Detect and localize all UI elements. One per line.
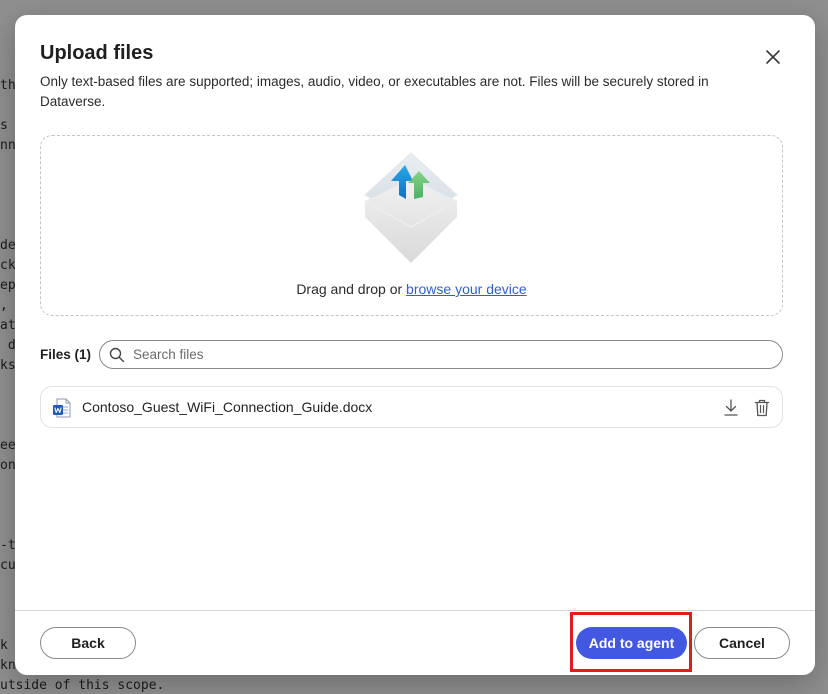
- background-text-line: th: [0, 78, 16, 93]
- background-text-line: at: [0, 318, 16, 333]
- background-text-line: ck: [0, 258, 16, 273]
- upload-files-dialog: Upload files Only text-based files are s…: [15, 15, 815, 675]
- browse-device-link[interactable]: browse your device: [406, 281, 527, 297]
- download-icon: [724, 399, 738, 416]
- file-dropzone[interactable]: Drag and drop or browse your device: [40, 135, 783, 316]
- dialog-description: Only text-based files are supported; ima…: [40, 74, 709, 109]
- word-doc-icon: [53, 398, 71, 418]
- background-text-line: ee: [0, 438, 16, 453]
- background-text-line: cu: [0, 558, 16, 573]
- search-files-input[interactable]: [133, 347, 733, 362]
- background-text-line: nn: [0, 138, 16, 153]
- close-icon: [766, 50, 780, 64]
- delete-button[interactable]: [751, 397, 773, 419]
- upload-illustration-icon: [364, 152, 458, 263]
- background-text-line: ks: [0, 358, 16, 373]
- background-text-line: -t: [0, 538, 16, 553]
- cancel-button[interactable]: Cancel: [694, 627, 790, 659]
- back-button[interactable]: Back: [40, 627, 136, 659]
- background-text-line: utside of this scope.: [0, 678, 165, 693]
- dialog-title: Upload files: [40, 42, 154, 64]
- background-text-line: de: [0, 238, 16, 253]
- file-name: Contoso_Guest_WiFi_Connection_Guide.docx: [82, 399, 373, 415]
- add-to-agent-button[interactable]: Add to agent: [576, 627, 687, 659]
- close-button[interactable]: [761, 45, 785, 69]
- trash-icon: [754, 399, 770, 417]
- background-text-line: ,: [0, 298, 8, 313]
- background-text-line: on: [0, 458, 16, 473]
- dropzone-prompt: Drag and drop or browse your device: [41, 281, 782, 297]
- background-text-line: kn: [0, 658, 16, 673]
- footer-divider: [15, 610, 815, 611]
- dropzone-prompt-text: Drag and drop or: [296, 281, 407, 297]
- search-icon: [109, 347, 125, 362]
- background-text-line: k: [0, 638, 8, 653]
- background-text-line: ep: [0, 278, 16, 293]
- files-count-label: Files (1): [40, 347, 92, 362]
- background-text-line: s: [0, 118, 8, 133]
- file-list-item[interactable]: Contoso_Guest_WiFi_Connection_Guide.docx: [40, 386, 783, 428]
- background-text-line: d: [0, 338, 16, 353]
- download-button[interactable]: [720, 397, 742, 419]
- search-files-box[interactable]: [99, 340, 783, 369]
